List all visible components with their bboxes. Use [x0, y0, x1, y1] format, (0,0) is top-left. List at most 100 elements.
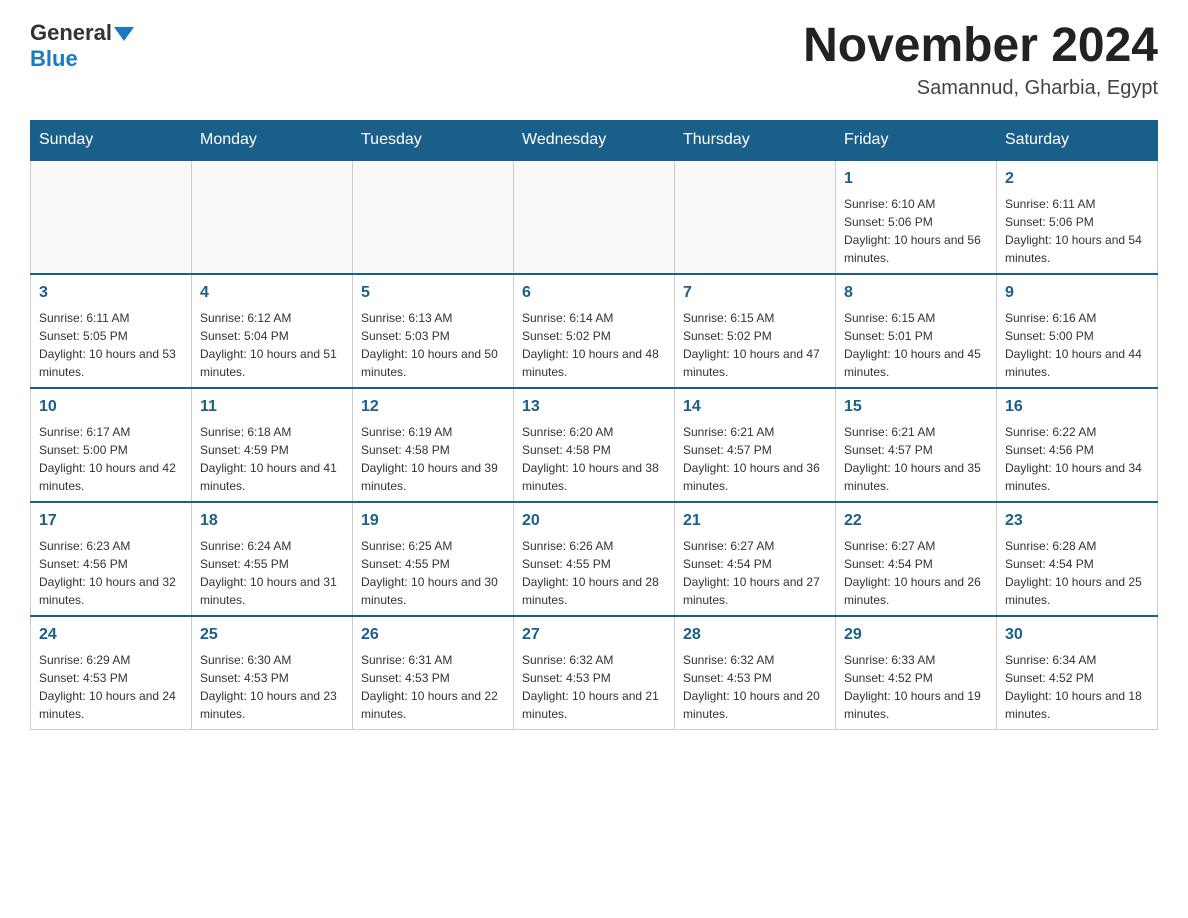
- day-info-line: Sunrise: 6:24 AM: [200, 537, 344, 555]
- day-info-line: Daylight: 10 hours and 24 minutes.: [39, 687, 183, 723]
- calendar-cell: 19Sunrise: 6:25 AMSunset: 4:55 PMDayligh…: [353, 502, 514, 616]
- day-info-line: Sunrise: 6:27 AM: [844, 537, 988, 555]
- day-info-line: Sunrise: 6:29 AM: [39, 651, 183, 669]
- day-info-line: Sunset: 4:52 PM: [1005, 669, 1149, 687]
- calendar-cell: 21Sunrise: 6:27 AMSunset: 4:54 PMDayligh…: [675, 502, 836, 616]
- calendar-week-row: 3Sunrise: 6:11 AMSunset: 5:05 PMDaylight…: [31, 274, 1158, 388]
- day-info-line: Daylight: 10 hours and 54 minutes.: [1005, 231, 1149, 267]
- day-info-line: Sunrise: 6:21 AM: [683, 423, 827, 441]
- day-info-line: Daylight: 10 hours and 32 minutes.: [39, 573, 183, 609]
- calendar-cell: [192, 160, 353, 274]
- calendar-cell: 14Sunrise: 6:21 AMSunset: 4:57 PMDayligh…: [675, 388, 836, 502]
- day-info-line: Daylight: 10 hours and 20 minutes.: [683, 687, 827, 723]
- day-number: 13: [522, 395, 666, 419]
- day-info-line: Sunrise: 6:14 AM: [522, 309, 666, 327]
- calendar-cell: 15Sunrise: 6:21 AMSunset: 4:57 PMDayligh…: [836, 388, 997, 502]
- weekday-header-row: SundayMondayTuesdayWednesdayThursdayFrid…: [31, 120, 1158, 160]
- day-info-line: Sunset: 5:00 PM: [1005, 327, 1149, 345]
- day-info-line: Daylight: 10 hours and 56 minutes.: [844, 231, 988, 267]
- header-right: November 2024 Samannud, Gharbia, Egypt: [803, 20, 1158, 100]
- calendar-week-row: 10Sunrise: 6:17 AMSunset: 5:00 PMDayligh…: [31, 388, 1158, 502]
- calendar-cell: 7Sunrise: 6:15 AMSunset: 5:02 PMDaylight…: [675, 274, 836, 388]
- calendar-body: 1Sunrise: 6:10 AMSunset: 5:06 PMDaylight…: [31, 160, 1158, 730]
- month-title: November 2024: [803, 20, 1158, 73]
- day-info-line: Daylight: 10 hours and 30 minutes.: [361, 573, 505, 609]
- calendar-cell: 2Sunrise: 6:11 AMSunset: 5:06 PMDaylight…: [997, 160, 1158, 274]
- day-info-line: Sunset: 5:01 PM: [844, 327, 988, 345]
- day-number: 22: [844, 509, 988, 533]
- day-info-line: Sunset: 4:53 PM: [683, 669, 827, 687]
- day-info-line: Sunset: 4:58 PM: [361, 441, 505, 459]
- day-info-line: Sunset: 5:06 PM: [844, 213, 988, 231]
- day-number: 29: [844, 623, 988, 647]
- calendar-week-row: 1Sunrise: 6:10 AMSunset: 5:06 PMDaylight…: [31, 160, 1158, 274]
- calendar-cell: 8Sunrise: 6:15 AMSunset: 5:01 PMDaylight…: [836, 274, 997, 388]
- day-info-line: Daylight: 10 hours and 31 minutes.: [200, 573, 344, 609]
- day-info-line: Sunset: 4:54 PM: [683, 555, 827, 573]
- calendar-cell: 10Sunrise: 6:17 AMSunset: 5:00 PMDayligh…: [31, 388, 192, 502]
- weekday-header-tuesday: Tuesday: [353, 120, 514, 160]
- day-number: 10: [39, 395, 183, 419]
- logo-blue-text: Blue: [30, 46, 78, 72]
- day-info-line: Daylight: 10 hours and 23 minutes.: [200, 687, 344, 723]
- logo-triangle-icon: [114, 27, 134, 41]
- day-number: 30: [1005, 623, 1149, 647]
- calendar-cell: 17Sunrise: 6:23 AMSunset: 4:56 PMDayligh…: [31, 502, 192, 616]
- calendar-week-row: 24Sunrise: 6:29 AMSunset: 4:53 PMDayligh…: [31, 616, 1158, 730]
- day-info-line: Sunrise: 6:16 AM: [1005, 309, 1149, 327]
- day-info-line: Daylight: 10 hours and 48 minutes.: [522, 345, 666, 381]
- day-info-line: Sunset: 5:04 PM: [200, 327, 344, 345]
- day-number: 2: [1005, 167, 1149, 191]
- day-info-line: Sunset: 4:55 PM: [522, 555, 666, 573]
- day-info-line: Sunrise: 6:32 AM: [683, 651, 827, 669]
- day-info-line: Daylight: 10 hours and 51 minutes.: [200, 345, 344, 381]
- day-info-line: Sunset: 4:53 PM: [200, 669, 344, 687]
- day-info-line: Sunrise: 6:25 AM: [361, 537, 505, 555]
- location: Samannud, Gharbia, Egypt: [803, 77, 1158, 100]
- calendar-cell: 12Sunrise: 6:19 AMSunset: 4:58 PMDayligh…: [353, 388, 514, 502]
- day-info-line: Daylight: 10 hours and 35 minutes.: [844, 459, 988, 495]
- day-info-line: Daylight: 10 hours and 36 minutes.: [683, 459, 827, 495]
- calendar-cell: 1Sunrise: 6:10 AMSunset: 5:06 PMDaylight…: [836, 160, 997, 274]
- day-info-line: Daylight: 10 hours and 42 minutes.: [39, 459, 183, 495]
- calendar-cell: [353, 160, 514, 274]
- calendar-cell: 24Sunrise: 6:29 AMSunset: 4:53 PMDayligh…: [31, 616, 192, 730]
- day-info-line: Daylight: 10 hours and 44 minutes.: [1005, 345, 1149, 381]
- calendar-table: SundayMondayTuesdayWednesdayThursdayFrid…: [30, 120, 1158, 730]
- day-number: 19: [361, 509, 505, 533]
- calendar-cell: 4Sunrise: 6:12 AMSunset: 5:04 PMDaylight…: [192, 274, 353, 388]
- calendar-cell: 30Sunrise: 6:34 AMSunset: 4:52 PMDayligh…: [997, 616, 1158, 730]
- day-info-line: Sunrise: 6:18 AM: [200, 423, 344, 441]
- day-number: 12: [361, 395, 505, 419]
- day-info-line: Sunrise: 6:21 AM: [844, 423, 988, 441]
- calendar-cell: 18Sunrise: 6:24 AMSunset: 4:55 PMDayligh…: [192, 502, 353, 616]
- day-info-line: Sunset: 4:52 PM: [844, 669, 988, 687]
- day-info-line: Daylight: 10 hours and 38 minutes.: [522, 459, 666, 495]
- logo: General Blue: [30, 20, 134, 72]
- day-info-line: Sunrise: 6:22 AM: [1005, 423, 1149, 441]
- calendar-cell: [675, 160, 836, 274]
- day-info-line: Sunset: 4:54 PM: [1005, 555, 1149, 573]
- day-info-line: Daylight: 10 hours and 21 minutes.: [522, 687, 666, 723]
- day-info-line: Sunset: 4:56 PM: [1005, 441, 1149, 459]
- day-info-line: Sunrise: 6:19 AM: [361, 423, 505, 441]
- day-number: 8: [844, 281, 988, 305]
- page-header: General Blue November 2024 Samannud, Gha…: [30, 20, 1158, 100]
- day-info-line: Sunset: 4:58 PM: [522, 441, 666, 459]
- day-info-line: Daylight: 10 hours and 41 minutes.: [200, 459, 344, 495]
- calendar-cell: 5Sunrise: 6:13 AMSunset: 5:03 PMDaylight…: [353, 274, 514, 388]
- day-info-line: Sunrise: 6:13 AM: [361, 309, 505, 327]
- day-number: 26: [361, 623, 505, 647]
- day-info-line: Daylight: 10 hours and 53 minutes.: [39, 345, 183, 381]
- day-info-line: Sunrise: 6:33 AM: [844, 651, 988, 669]
- day-number: 25: [200, 623, 344, 647]
- day-info-line: Sunrise: 6:31 AM: [361, 651, 505, 669]
- calendar-cell: [514, 160, 675, 274]
- day-number: 7: [683, 281, 827, 305]
- day-info-line: Sunset: 5:00 PM: [39, 441, 183, 459]
- day-number: 23: [1005, 509, 1149, 533]
- day-info-line: Sunrise: 6:26 AM: [522, 537, 666, 555]
- calendar-cell: 3Sunrise: 6:11 AMSunset: 5:05 PMDaylight…: [31, 274, 192, 388]
- day-info-line: Sunset: 5:02 PM: [522, 327, 666, 345]
- day-info-line: Daylight: 10 hours and 18 minutes.: [1005, 687, 1149, 723]
